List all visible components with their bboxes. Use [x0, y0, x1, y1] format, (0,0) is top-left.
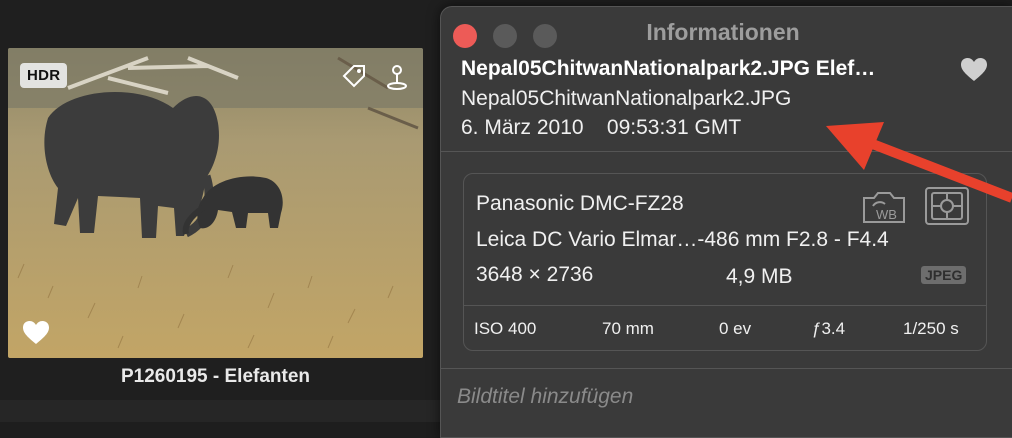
camera-model: Panasonic DMC-FZ28: [476, 192, 684, 215]
shutter-speed: 1/250 s: [903, 319, 959, 338]
annotation-arrow: [826, 122, 1012, 203]
file-date-time[interactable]: 6. März 2010 09:53:31 GMT: [461, 116, 741, 140]
file-size: 4,9 MB: [726, 265, 793, 288]
file-date: 6. März 2010: [461, 116, 584, 139]
lens-info: Leica DC Vario Elmar…-486 mm F2.8 - F4.4: [476, 228, 889, 251]
format-badge: JPEG: [921, 266, 967, 284]
iso-value: ISO 400: [474, 319, 537, 338]
favorite-heart-icon[interactable]: [960, 57, 988, 88]
heart-icon[interactable]: [22, 320, 50, 346]
aperture: ƒ3.4: [812, 319, 846, 338]
file-title[interactable]: Nepal05ChitwanNationalpark2.JPG Elef…: [461, 57, 951, 81]
panel-title: Informationen: [441, 19, 1012, 46]
image-dimensions: 3648 × 2736: [476, 263, 594, 286]
divider: [441, 368, 1012, 369]
photo-thumbnail[interactable]: HDR: [8, 48, 423, 358]
exposure-bias: 0 ev: [719, 319, 752, 338]
file-name: Nepal05ChitwanNationalpark2.JPG: [461, 87, 792, 110]
tag-icon[interactable]: [340, 62, 368, 90]
photo-library: HDR P1260195 - Elefanten: [0, 0, 440, 422]
hdr-badge: HDR: [20, 63, 68, 88]
divider: [464, 305, 986, 306]
panel-title-text: Informationen: [646, 19, 800, 45]
library-bottom-bar: [0, 400, 440, 422]
location-pin-icon[interactable]: [384, 62, 410, 92]
focal-length: 70 mm: [602, 319, 654, 338]
file-time: 09:53:31 GMT: [606, 116, 742, 139]
photo-caption: P1260195 - Elefanten: [120, 366, 311, 387]
caption-input[interactable]: [455, 381, 999, 413]
elephant-photo: [8, 48, 423, 358]
